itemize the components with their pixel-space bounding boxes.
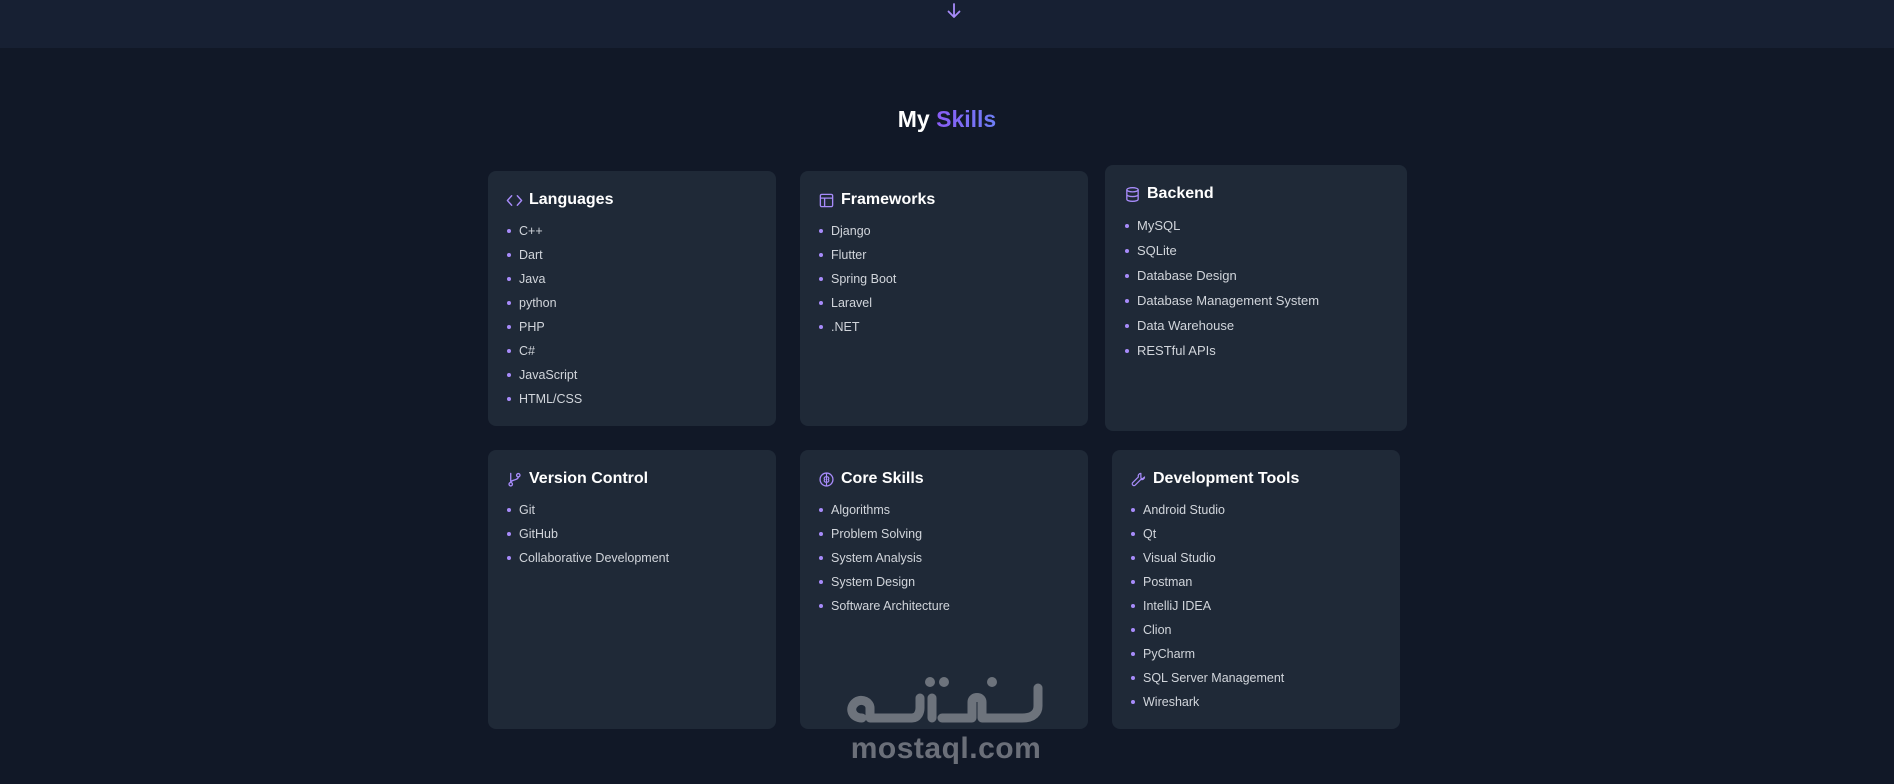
list-item: python: [506, 291, 758, 315]
list-item: Collaborative Development: [506, 546, 758, 570]
git-branch-icon: [508, 472, 521, 487]
skill-list: C++ Dart Java python PHP C# JavaScript H…: [506, 219, 758, 411]
card-title: Core Skills: [841, 470, 924, 487]
skill-list: Android Studio Qt Visual Studio Postman …: [1130, 498, 1382, 714]
list-item: System Analysis: [818, 546, 1070, 570]
list-item: C++: [506, 219, 758, 243]
list-item: Qt: [1130, 522, 1382, 546]
watermark-text: mostaql.com: [850, 732, 1042, 765]
skill-card-frameworks: Frameworks Django Flutter Spring Boot La…: [800, 171, 1088, 426]
list-item: Database Management System: [1124, 288, 1388, 313]
list-item: Postman: [1130, 570, 1382, 594]
list-item: Problem Solving: [818, 522, 1070, 546]
list-item: SQLite: [1124, 238, 1388, 263]
wrench-icon: [1131, 472, 1146, 486]
list-item: GitHub: [506, 522, 758, 546]
layout-icon: [819, 193, 834, 207]
skill-list: Algorithms Problem Solving System Analys…: [818, 498, 1070, 618]
list-item: MySQL: [1124, 213, 1388, 238]
mostaql-logo: [847, 677, 1043, 723]
list-item: Data Warehouse: [1124, 313, 1388, 338]
list-item: Java: [506, 267, 758, 291]
card-title: Development Tools: [1153, 470, 1300, 487]
list-item: C#: [506, 339, 758, 363]
list-item: Wireshark: [1130, 690, 1382, 714]
list-item: RESTful APIs: [1124, 338, 1388, 363]
skill-list: MySQL SQLite Database Design Database Ma…: [1124, 213, 1388, 363]
database-icon: [1126, 186, 1139, 202]
list-item: System Design: [818, 570, 1070, 594]
list-item: JavaScript: [506, 363, 758, 387]
list-item: Android Studio: [1130, 498, 1382, 522]
list-item: Clion: [1130, 618, 1382, 642]
code-icon: [506, 194, 523, 206]
skill-card-development-tools: Development Tools Android Studio Qt Visu…: [1112, 450, 1400, 729]
skill-list: Git GitHub Collaborative Development: [506, 498, 758, 570]
list-item: Django: [818, 219, 1070, 243]
section-title-accent: Skills: [936, 106, 997, 132]
list-item: HTML/CSS: [506, 387, 758, 411]
list-item: Dart: [506, 243, 758, 267]
card-title: Languages: [529, 191, 614, 208]
list-item: Visual Studio: [1130, 546, 1382, 570]
list-item: Spring Boot: [818, 267, 1070, 291]
skill-card-backend: Backend MySQL SQLite Database Design Dat…: [1105, 165, 1407, 431]
list-item: Algorithms: [818, 498, 1070, 522]
skill-card-version-control: Version Control Git GitHub Collaborative…: [488, 450, 776, 729]
list-item: IntelliJ IDEA: [1130, 594, 1382, 618]
arrow-down-icon[interactable]: [944, 1, 964, 21]
card-title: Frameworks: [841, 191, 936, 208]
list-item: Flutter: [818, 243, 1070, 267]
list-item: Database Design: [1124, 263, 1388, 288]
skill-card-languages: Languages C++ Dart Java python PHP C# Ja…: [488, 171, 776, 426]
list-item: Software Architecture: [818, 594, 1070, 618]
list-item: Laravel: [818, 291, 1070, 315]
card-title: Backend: [1147, 185, 1214, 202]
skill-list: Django Flutter Spring Boot Laravel .NET: [818, 219, 1070, 339]
list-item: SQL Server Management: [1130, 666, 1382, 690]
section-title: My Skills: [0, 106, 1894, 133]
card-title: Version Control: [529, 470, 649, 487]
section-title-plain: My: [897, 106, 930, 132]
brain-icon: [819, 471, 834, 487]
list-item: PyCharm: [1130, 642, 1382, 666]
list-item: .NET: [818, 315, 1070, 339]
list-item: PHP: [506, 315, 758, 339]
list-item: Git: [506, 498, 758, 522]
